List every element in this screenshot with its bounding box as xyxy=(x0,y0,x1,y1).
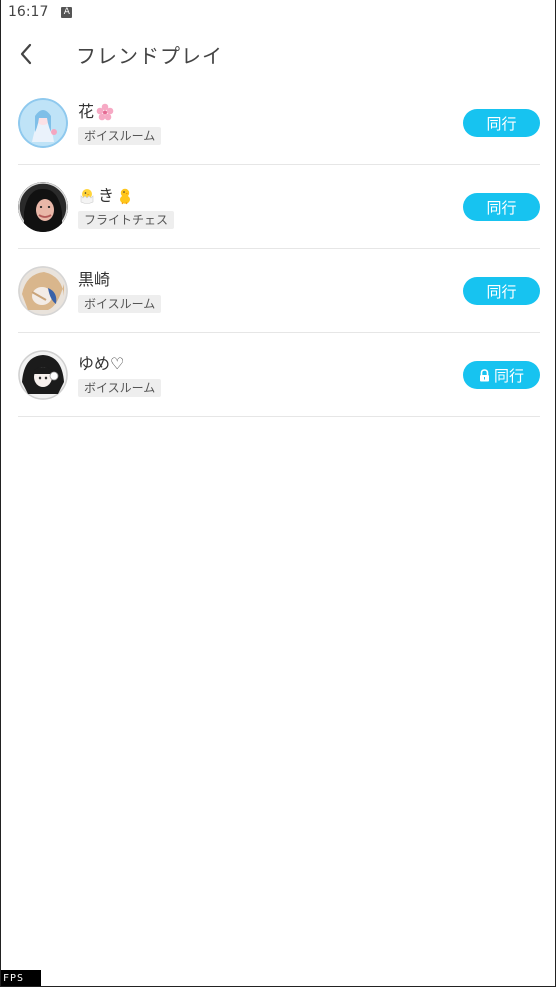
baby-chick-icon xyxy=(116,187,134,205)
friend-list: 花 ボイスルーム 同行 き フライトチェス 同行 黒崎 ボイスルーム 同行 ゆめ… xyxy=(18,82,540,418)
back-button[interactable] xyxy=(14,42,38,66)
page-title: フレンドプレイ xyxy=(76,43,223,68)
avatar[interactable] xyxy=(18,266,68,316)
status-bar: 16:17 A xyxy=(1,0,555,24)
join-button-label: 同行 xyxy=(493,366,524,385)
join-button[interactable]: 同行 xyxy=(463,277,540,305)
fps-counter: FPS 0 xyxy=(1,970,48,986)
friend-name-text: ゆめ♡ xyxy=(78,354,125,373)
friend-row: ゆめ♡ ボイスルーム 同行 xyxy=(18,334,540,417)
join-button-label: 同行 xyxy=(486,282,517,301)
game-tag: ボイスルーム xyxy=(78,127,162,145)
friend-name-text: 黒崎 xyxy=(78,270,111,289)
game-tag: ボイスルーム xyxy=(78,295,162,313)
avatar[interactable] xyxy=(18,182,68,232)
join-button-locked[interactable]: 同行 xyxy=(463,361,540,389)
friend-name: き xyxy=(78,185,174,207)
app-bar: フレンドプレイ xyxy=(1,32,555,76)
friend-info: き フライトチェス xyxy=(78,182,175,232)
chevron-left-icon xyxy=(20,43,32,65)
friend-play-screen: 16:17 A フレンドプレイ 花 ボイスルーム 同行 き フライトチェス 同行… xyxy=(0,0,556,987)
friend-name: 花 xyxy=(78,101,161,123)
friend-name-text: き xyxy=(98,186,115,205)
friend-info: 黒崎 ボイスルーム xyxy=(78,266,162,316)
avatar[interactable] xyxy=(18,98,68,148)
a-icon: A xyxy=(61,6,73,18)
friend-name: 黒崎 xyxy=(78,269,161,291)
game-tag: フライトチェス xyxy=(78,211,175,229)
friend-row: 黒崎 ボイスルーム 同行 xyxy=(18,250,540,333)
lock-icon xyxy=(479,368,490,382)
fps-label: FPS xyxy=(3,972,25,984)
cherry-blossom-icon xyxy=(96,103,114,121)
friend-row: き フライトチェス 同行 xyxy=(18,166,540,249)
join-button[interactable]: 同行 xyxy=(463,109,540,137)
join-button-label: 同行 xyxy=(486,114,517,133)
friend-name-text: 花 xyxy=(78,102,95,121)
fps-value: 0 xyxy=(42,972,50,984)
friend-name: ゆめ♡ xyxy=(78,353,161,375)
game-tag: ボイスルーム xyxy=(78,379,162,397)
avatar[interactable] xyxy=(18,350,68,400)
friend-row: 花 ボイスルーム 同行 xyxy=(18,82,540,165)
friend-info: 花 ボイスルーム xyxy=(78,98,162,148)
friend-info: ゆめ♡ ボイスルーム xyxy=(78,350,162,400)
join-button[interactable]: 同行 xyxy=(463,193,540,221)
hatching-chick-icon xyxy=(78,187,96,205)
join-button-label: 同行 xyxy=(486,198,517,217)
status-time: 16:17 xyxy=(8,4,49,20)
